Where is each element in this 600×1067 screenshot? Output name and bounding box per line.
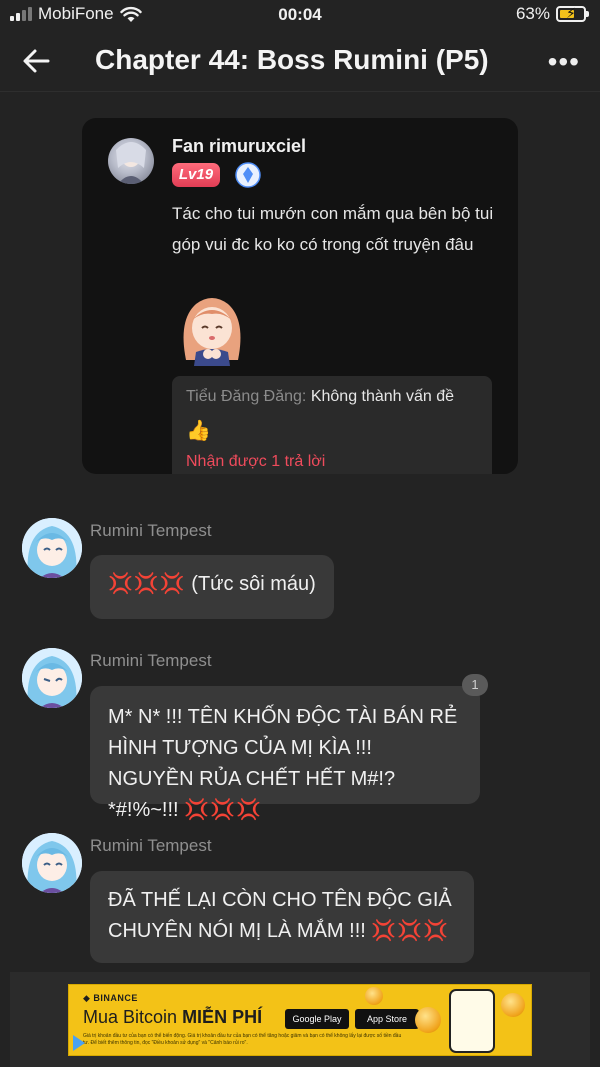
status-right: 63% ⚡: [515, 4, 589, 24]
ad-title: Mua Bitcoin MIỄN PHÍ: [83, 1007, 263, 1027]
battery-icon: ⚡: [556, 5, 589, 22]
status-bar: MobiFone 00:04 63% ⚡: [0, 0, 600, 30]
message-bubble: M* N* !!! TÊN KHỐN ĐỘC TÀI BÁN RẺ HÌNH T…: [90, 686, 480, 821]
sender-name: Rumini Tempest: [90, 521, 212, 540]
sender-name: Rumini Tempest: [90, 651, 212, 670]
reply-text: Không thành vấn đề: [310, 388, 455, 405]
verified-diamond-icon: [235, 162, 261, 188]
avatar[interactable]: [22, 833, 82, 893]
avatar[interactable]: [22, 518, 82, 578]
ad-choices-icon[interactable]: [73, 1035, 85, 1051]
view-replies-link[interactable]: Nhận được 1 trả lời: [186, 453, 478, 471]
message-bubble: ĐÃ THẾ LẠI CÒN CHO TÊN ĐỘC GIẢ CHUYÊN NÓ…: [90, 871, 474, 963]
reply-author[interactable]: Tiểu Đăng Đăng:: [186, 388, 306, 405]
anger-emoji: 💢💢💢: [371, 920, 450, 942]
app-store-badge[interactable]: App Store: [355, 1009, 419, 1029]
battery-percent: 63%: [515, 4, 550, 23]
bitcoin-coin-icon: [365, 987, 383, 1005]
message-text: M* N* !!! TÊN KHỐN ĐỘC TÀI BÁN RẺ HÌNH T…: [108, 706, 458, 821]
reply-preview[interactable]: Tiểu Đăng Đăng: Không thành vấn đề 👍 Nhậ…: [172, 376, 492, 474]
message-text: (Tức sôi máu): [191, 573, 316, 595]
ad-brand: ◆ BINANCE: [83, 993, 138, 1003]
ad-disclaimer: Giá trị khoản đầu tư của bạn có thể biến…: [83, 1033, 402, 1046]
anger-emoji: 💢💢💢: [184, 799, 262, 821]
clock: 00:04: [278, 5, 322, 24]
avatar[interactable]: [22, 648, 82, 708]
chapter-header: Chapter 44: Boss Rumini (P5) •••: [0, 30, 600, 92]
bitcoin-coin-icon: [415, 1007, 441, 1033]
anger-emoji: 💢💢💢: [108, 573, 186, 595]
sender-name: Rumini Tempest: [90, 836, 212, 855]
comment-text: Tác cho tui mướn con mắm qua bên bộ tui …: [172, 204, 494, 254]
page-title: Chapter 44: Boss Rumini (P5): [95, 44, 489, 75]
comment-author[interactable]: Fan rimuruxciel: [172, 136, 306, 157]
ad-banner[interactable]: ◆ BINANCE Mua Bitcoin MIỄN PHÍ Google Pl…: [68, 984, 532, 1056]
comment-card: Fan rimuruxciel Lv19 Tác cho tui mướn co…: [82, 118, 518, 474]
reaction-count-badge[interactable]: 1: [462, 674, 488, 696]
phone-illustration: [449, 989, 495, 1053]
anime-girl-sticker: [183, 298, 241, 366]
level-badge: Lv19: [172, 163, 220, 187]
google-play-badge[interactable]: Google Play: [285, 1009, 349, 1029]
back-arrow-icon[interactable]: [20, 44, 54, 78]
more-options-icon[interactable]: •••: [548, 46, 580, 78]
message-bubble: 💢💢💢 (Tức sôi máu): [90, 555, 334, 619]
bitcoin-coin-icon: [501, 993, 525, 1017]
thumbs-up-emoji: 👍: [186, 420, 211, 442]
avatar[interactable]: [108, 138, 154, 184]
